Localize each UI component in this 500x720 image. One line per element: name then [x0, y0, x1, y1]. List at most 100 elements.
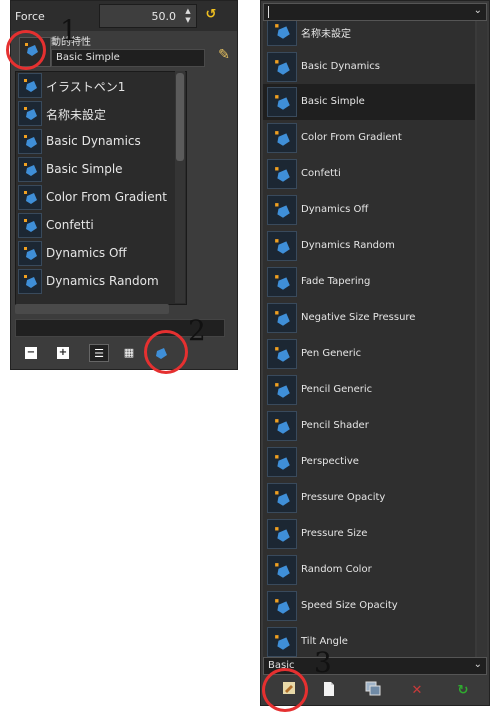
dynamics-thumbnail	[267, 231, 297, 261]
annotation-circle-2	[144, 330, 188, 374]
list-item[interactable]: Confetti	[16, 212, 186, 240]
brush-dynamics-icon	[275, 24, 290, 39]
dynamics-thumbnail	[267, 21, 297, 46]
list-item[interactable]: イラストペン1	[16, 72, 186, 100]
list-item-label: Color From Gradient	[301, 132, 402, 143]
annotation-circle-3	[262, 668, 308, 712]
brush-dynamics-icon	[275, 347, 290, 362]
dynamics-name-field[interactable]: Basic Simple	[51, 49, 205, 67]
duplicate-dynamics-icon[interactable]	[363, 681, 383, 701]
brush-dynamics-icon	[275, 527, 290, 542]
dynamics-thumbnail	[18, 213, 42, 238]
zoom-in-icon[interactable]: +	[57, 347, 69, 359]
list-view-icon[interactable]: ☰	[89, 344, 109, 362]
brush-dynamics-icon	[24, 135, 37, 148]
list-horizontal-scrollbar[interactable]	[15, 304, 169, 314]
brush-dynamics-icon	[275, 455, 290, 470]
list-vertical-scrollbar[interactable]	[477, 21, 487, 657]
chevron-down-icon[interactable]: ⌄	[474, 659, 482, 670]
dynamics-thumbnail	[18, 157, 42, 182]
list-item[interactable]: Tilt Angle	[263, 624, 475, 657]
dynamics-list: イラストペン1 名称未設定 Basic Dynamics Basic Simpl…	[15, 71, 187, 305]
list-item[interactable]: Pressure Size	[263, 516, 475, 552]
list-item[interactable]: Basic Dynamics	[16, 128, 186, 156]
list-item[interactable]: Pressure Opacity	[263, 480, 475, 516]
list-item-label: Pencil Generic	[301, 384, 373, 395]
annotation-number-1: 1	[60, 14, 78, 47]
new-dynamics-icon[interactable]	[319, 681, 339, 701]
chevron-down-icon[interactable]: ⌄	[474, 5, 482, 16]
dynamics-thumbnail	[267, 87, 297, 117]
list-item-label: Dynamics Random	[301, 240, 395, 251]
list-item-label: Basic Dynamics	[46, 134, 141, 148]
list-item[interactable]: Fade Tapering	[263, 264, 475, 300]
dynamics-thumbnail	[18, 241, 42, 266]
brush-dynamics-icon	[24, 275, 37, 288]
list-item-label: Basic Simple	[46, 162, 123, 176]
dynamics-list-full: 名称未設定 Basic Dynamics Basic Simple Color …	[263, 21, 475, 657]
zoom-out-icon[interactable]: −	[25, 347, 37, 359]
list-item[interactable]: Speed Size Opacity	[263, 588, 475, 624]
brush-dynamics-icon	[24, 247, 37, 260]
list-item[interactable]: Pencil Generic	[263, 372, 475, 408]
dynamics-thumbnail	[267, 123, 297, 153]
list-item-label: Basic Simple	[301, 96, 365, 107]
force-row: Force 50.0 ▲ ▼ ↺	[11, 1, 237, 31]
list-item[interactable]: Color From Gradient	[263, 120, 475, 156]
list-item[interactable]: Dynamics Off	[263, 192, 475, 228]
refresh-icon[interactable]: ↻	[453, 681, 473, 701]
list-item-label: Basic Dynamics	[301, 61, 380, 72]
list-item-selected[interactable]: Basic Simple	[263, 84, 475, 120]
grid-view-icon[interactable]: ▦	[119, 344, 139, 362]
reset-icon[interactable]: ↺	[203, 7, 219, 23]
brush-dynamics-icon	[24, 163, 37, 176]
list-item-label: Dynamics Off	[301, 204, 369, 215]
top-filter-dropdown[interactable]: ⌄	[263, 3, 487, 21]
list-item[interactable]: Perspective	[263, 444, 475, 480]
list-item[interactable]: Negative Size Pressure	[263, 300, 475, 336]
list-item-label: イラストペン1	[46, 80, 126, 94]
edit-dynamics-icon[interactable]: ✎	[214, 45, 234, 65]
brush-dynamics-icon	[275, 60, 290, 75]
dynamics-thumbnail	[267, 447, 297, 477]
dynamics-name-value: Basic Simple	[56, 52, 120, 63]
brush-dynamics-icon	[275, 239, 290, 254]
list-item-label: Perspective	[301, 456, 359, 467]
dynamics-thumbnail	[18, 185, 42, 210]
list-item[interactable]: Dynamics Off	[16, 240, 186, 268]
list-item[interactable]: Dynamics Random	[263, 228, 475, 264]
list-item[interactable]: Confetti	[263, 156, 475, 192]
list-item[interactable]: 名称未設定	[16, 100, 186, 128]
text-caret	[268, 6, 269, 18]
dynamics-thumbnail	[18, 129, 42, 154]
brush-dynamics-icon	[275, 491, 290, 506]
delete-icon[interactable]: ✕	[407, 681, 427, 701]
list-item[interactable]: Pencil Shader	[263, 408, 475, 444]
annotation-circle-1	[6, 30, 46, 70]
list-item[interactable]: Color From Gradient	[16, 184, 186, 212]
force-spinbox[interactable]: 50.0 ▲ ▼	[99, 4, 197, 28]
list-item[interactable]: Pen Generic	[263, 336, 475, 372]
new-document-icon	[324, 682, 334, 696]
spin-arrows-icon[interactable]: ▲ ▼	[183, 7, 193, 25]
list-item-label: Random Color	[301, 564, 372, 575]
brush-dynamics-icon	[275, 131, 290, 146]
list-item-label: Dynamics Off	[46, 246, 127, 260]
list-vertical-scrollbar[interactable]	[175, 71, 185, 303]
brush-dynamics-icon	[24, 191, 37, 204]
dynamics-thumbnail	[18, 101, 42, 126]
brush-dynamics-icon	[275, 203, 290, 218]
dynamics-thumbnail	[267, 267, 297, 297]
scrollbar-thumb[interactable]	[176, 73, 184, 161]
list-item-label: Fade Tapering	[301, 276, 371, 287]
list-item[interactable]: Dynamics Random	[16, 268, 186, 296]
list-item-label: Confetti	[301, 168, 341, 179]
annotation-number-3: 3	[314, 646, 332, 679]
list-item[interactable]: 名称未設定	[263, 21, 475, 49]
list-item[interactable]: Basic Simple	[16, 156, 186, 184]
list-item[interactable]: Basic Dynamics	[263, 49, 475, 85]
dynamics-thumbnail	[267, 339, 297, 369]
list-item-label: 名称未設定	[301, 29, 351, 40]
brush-dynamics-icon	[275, 275, 290, 290]
list-item[interactable]: Random Color	[263, 552, 475, 588]
